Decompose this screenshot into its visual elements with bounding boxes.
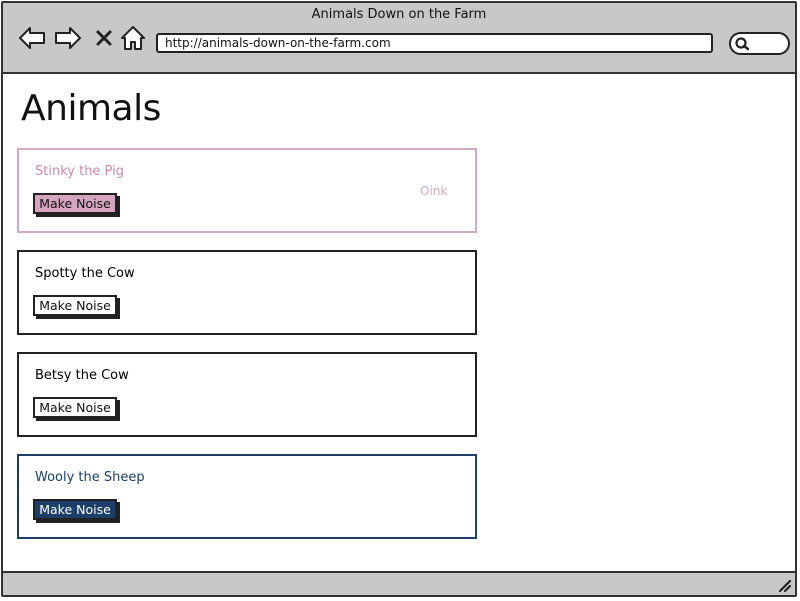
animal-card-cow-betsy: Betsy the Cow Make Noise xyxy=(17,352,477,437)
animal-name: Spotty the Cow xyxy=(35,266,135,281)
animal-name: Wooly the Sheep xyxy=(35,470,145,485)
noise-output: Oink xyxy=(420,184,448,198)
url-input[interactable] xyxy=(156,33,713,53)
search-icon xyxy=(735,37,750,51)
page-title: Animals xyxy=(21,88,161,129)
page-content: Animals Stinky the Pig Make Noise Oink S… xyxy=(3,74,795,574)
search-button[interactable] xyxy=(729,32,790,55)
window-title: Animals Down on the Farm xyxy=(311,7,487,22)
make-noise-button[interactable]: Make Noise xyxy=(33,295,117,316)
make-noise-button[interactable]: Make Noise xyxy=(33,193,117,214)
animal-card-sheep: Wooly the Sheep Make Noise xyxy=(17,454,477,539)
resize-grip-icon[interactable] xyxy=(776,577,792,593)
browser-window: Animals Down on the Farm Animals Stinky … xyxy=(1,1,797,597)
browser-toolbar: Animals Down on the Farm xyxy=(3,3,795,74)
forward-arrow-icon[interactable] xyxy=(53,23,83,53)
animal-name: Stinky the Pig xyxy=(35,164,124,179)
animal-name: Betsy the Cow xyxy=(35,368,129,383)
make-noise-button[interactable]: Make Noise xyxy=(33,397,117,418)
animal-card-pig: Stinky the Pig Make Noise Oink xyxy=(17,148,477,233)
close-icon[interactable] xyxy=(89,23,119,53)
status-bar xyxy=(3,571,795,595)
back-arrow-icon[interactable] xyxy=(17,23,47,53)
make-noise-button[interactable]: Make Noise xyxy=(33,499,117,520)
home-icon[interactable] xyxy=(118,23,148,53)
animal-card-cow-spotty: Spotty the Cow Make Noise xyxy=(17,250,477,335)
